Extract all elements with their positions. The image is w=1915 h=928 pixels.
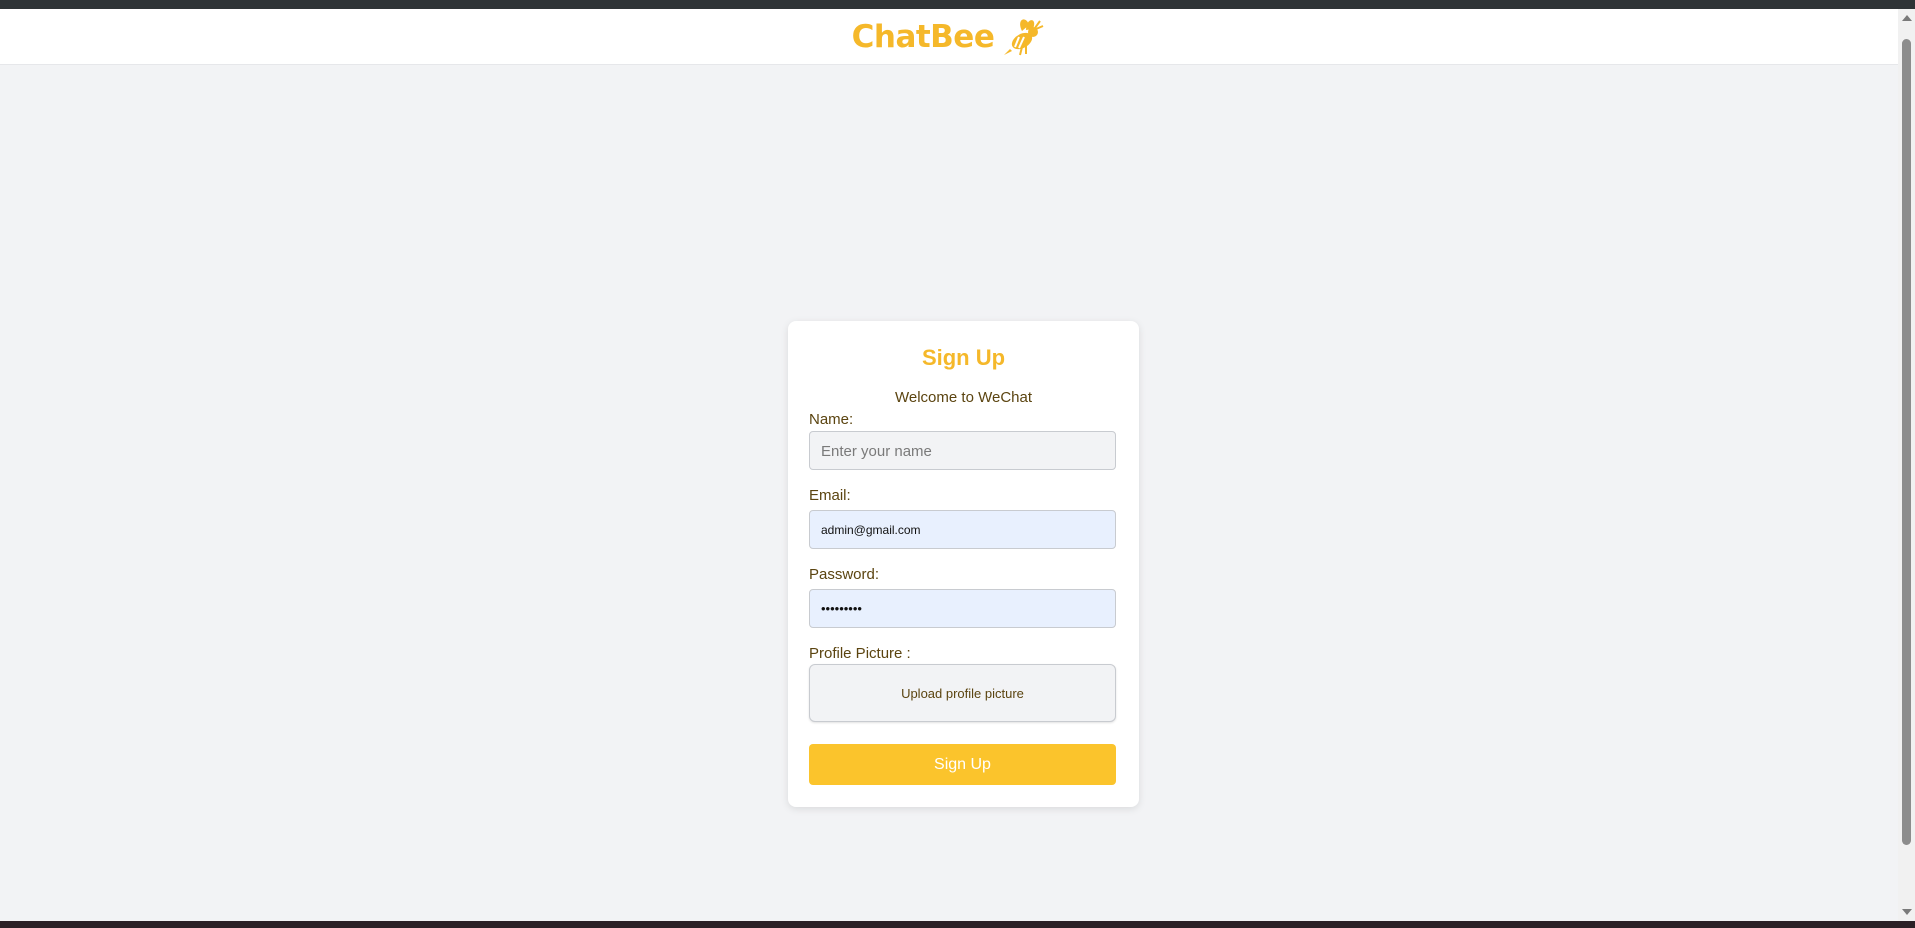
email-label: Email: <box>809 487 851 504</box>
browser-bottom-strip <box>0 921 1915 928</box>
email-field[interactable] <box>809 510 1116 549</box>
name-label: Name: <box>809 411 854 428</box>
page-scrollbar[interactable] <box>1898 9 1915 921</box>
bee-icon <box>1000 15 1046 59</box>
logo[interactable]: ChatBee <box>852 15 1047 59</box>
upload-label: Upload profile picture <box>901 685 1024 701</box>
sign-up-button[interactable]: Sign Up <box>809 744 1116 785</box>
signup-card: Sign Up Welcome to WeChat Name: Email: P… <box>788 321 1139 807</box>
password-label: Password: <box>809 566 880 583</box>
scrollbar-thumb[interactable] <box>1902 39 1911 845</box>
card-subtitle: Welcome to WeChat <box>895 389 1032 406</box>
name-field[interactable] <box>809 431 1116 470</box>
logo-text: ChatBee <box>851 18 995 55</box>
upload-profile-picture-button[interactable]: Upload profile picture <box>809 664 1116 722</box>
card-title: Sign Up <box>921 345 1006 370</box>
profile-picture-label: Profile Picture : <box>809 645 911 662</box>
browser-top-strip <box>0 0 1915 9</box>
password-field[interactable] <box>809 589 1116 628</box>
scroll-up-arrow-icon[interactable] <box>1902 15 1912 21</box>
scroll-down-arrow-icon[interactable] <box>1902 909 1912 915</box>
app-header: ChatBee <box>0 9 1898 65</box>
